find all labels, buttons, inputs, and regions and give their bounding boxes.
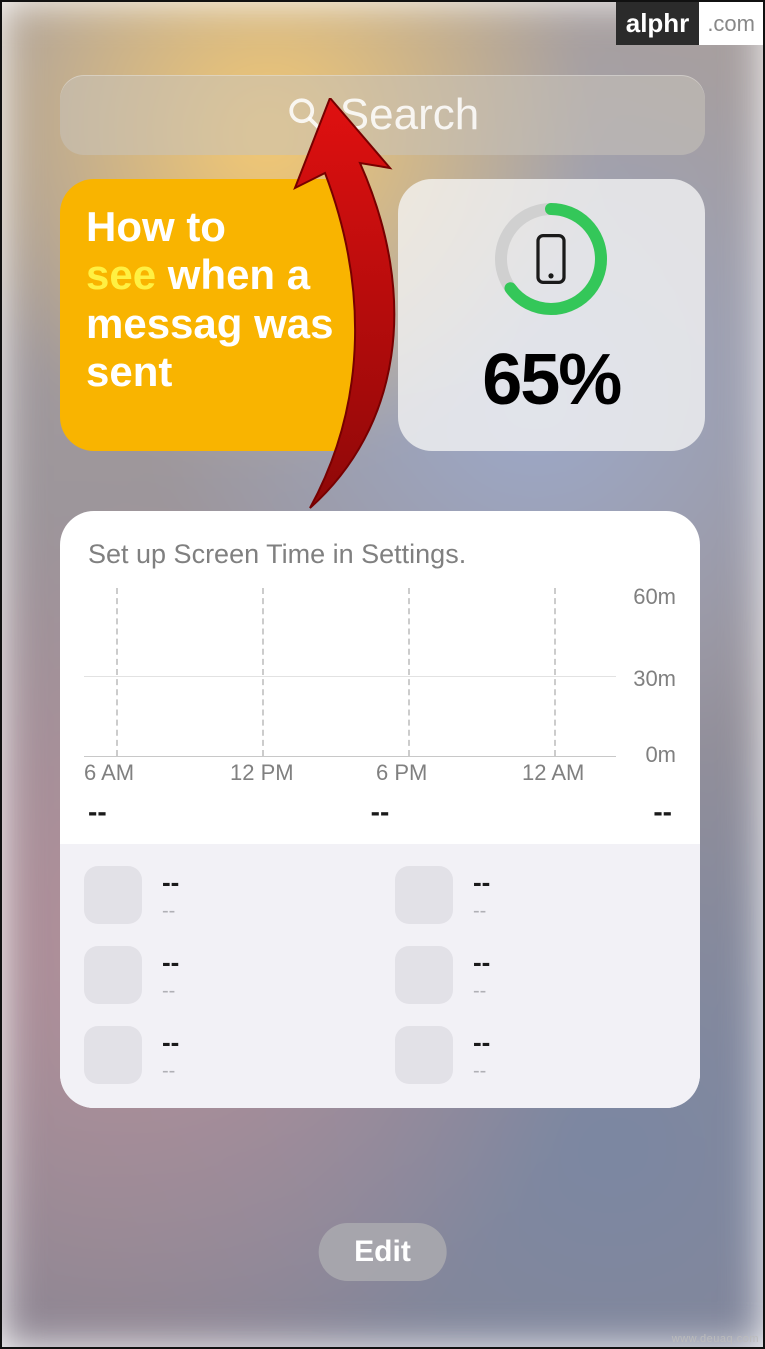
screentime-category-summary: -- -- -- xyxy=(88,796,672,828)
screentime-title: Set up Screen Time in Settings. xyxy=(60,511,700,578)
app-icon xyxy=(84,866,142,924)
screentime-chart: 60m 30m 0m xyxy=(84,588,676,758)
app-icon xyxy=(395,1026,453,1084)
list-item: ---- xyxy=(395,1026,676,1084)
search-icon xyxy=(286,95,322,136)
screentime-xlabels: 6 AM 12 PM 6 PM 12 AM xyxy=(84,760,676,786)
screentime-widget[interactable]: Set up Screen Time in Settings. 60m 30m … xyxy=(60,511,700,1108)
watermark-footer: www.deuaq.com xyxy=(672,1333,759,1345)
app-icon xyxy=(395,946,453,1004)
app-icon xyxy=(395,866,453,924)
phone-icon xyxy=(491,199,611,319)
battery-widget[interactable]: 65% xyxy=(398,179,705,451)
app-icon xyxy=(84,1026,142,1084)
list-item: ---- xyxy=(84,1026,365,1084)
notes-widget-text: How to see when a messag was sent xyxy=(86,203,342,396)
battery-percent: 65% xyxy=(482,339,620,421)
app-icon xyxy=(84,946,142,1004)
list-item: ---- xyxy=(84,946,365,1004)
watermark-alphr: alphr.com xyxy=(616,2,763,45)
list-item: ---- xyxy=(84,866,365,924)
search-placeholder: Search xyxy=(340,90,479,140)
edit-button[interactable]: Edit xyxy=(318,1223,447,1281)
battery-ring xyxy=(491,199,611,319)
notes-widget[interactable]: How to see when a messag was sent xyxy=(60,179,368,451)
list-item: ---- xyxy=(395,866,676,924)
list-item: ---- xyxy=(395,946,676,1004)
search-bar[interactable]: Search xyxy=(60,75,705,155)
screentime-app-list: ---- ---- ---- ---- ---- xyxy=(84,866,676,1084)
